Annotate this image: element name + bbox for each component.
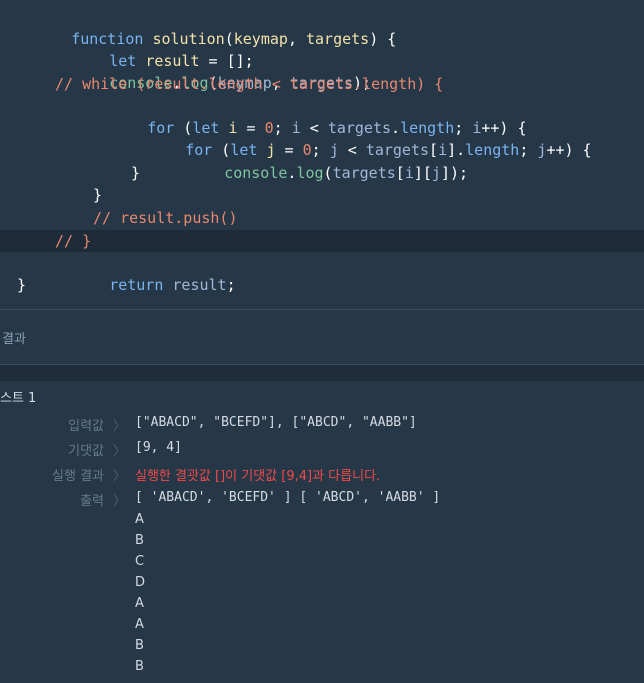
output-line: B	[135, 659, 144, 674]
output-line: C	[135, 554, 145, 569]
run-result-label: 실행 결과	[52, 469, 104, 484]
result-title: 결과	[2, 332, 26, 347]
chevron-right-icon: 〉	[113, 469, 127, 484]
closing-brace: }	[131, 164, 141, 182]
code-line-13[interactable]: }	[0, 274, 644, 296]
expected-label: 기댓값	[68, 444, 104, 459]
divider-band	[0, 365, 644, 381]
code-line-11-active[interactable]: // }	[0, 230, 644, 252]
code-line-6[interactable]: for (let j = 0; j < targets[i].length; j…	[0, 117, 644, 159]
closing-brace: }	[93, 186, 103, 204]
code-line-5[interactable]: for (let i = 0; i < targets.length; i++)…	[0, 95, 644, 137]
code-line-9[interactable]: }	[0, 184, 644, 206]
output-line: A	[135, 617, 144, 632]
input-label: 입력값	[68, 419, 104, 434]
code-line-2[interactable]: let result = [];	[0, 28, 644, 70]
test-results-panel: 스트 1 입력값 〉 ["ABACD", "BCEFD"], ["ABCD", …	[0, 381, 644, 683]
code-line-1[interactable]: function solution(keymap, targets) {	[0, 6, 644, 48]
expected-value: [9, 4]	[135, 440, 182, 455]
code-line-7[interactable]: console.log(targets[i][j]);	[0, 140, 644, 182]
run-result-error: 실행한 결괏값 []이 기댓값 [9,4]과 다릅니다.	[135, 469, 381, 484]
output-label: 출력	[80, 494, 104, 509]
comment-close: // }	[55, 232, 92, 250]
output-line: D	[135, 575, 146, 590]
comment-while: // while (result.length < targets.length…	[55, 75, 444, 93]
chevron-right-icon: 〉	[113, 444, 127, 459]
comment-push: // result.push()	[93, 209, 238, 227]
code-line-10[interactable]: // result.push()	[0, 207, 644, 229]
code-line-8[interactable]: }	[0, 162, 644, 184]
input-value: ["ABACD", "BCEFD"], ["ABCD", "AABB"]	[135, 415, 417, 430]
output-value: [ 'ABACD', 'BCEFD' ] [ 'ABCD', 'AABB' ]	[135, 490, 441, 505]
chevron-right-icon: 〉	[113, 494, 127, 509]
output-line: B	[135, 638, 144, 653]
output-line: B	[135, 533, 144, 548]
output-line: A	[135, 512, 144, 527]
code-line-12[interactable]: return result;	[0, 252, 644, 294]
closing-brace: }	[17, 276, 27, 294]
code-editor[interactable]: function solution(keymap, targets) { let…	[0, 0, 644, 310]
result-header: 결과	[0, 310, 644, 364]
code-line-3[interactable]: console.log(keymap, targets);	[0, 50, 644, 92]
code-line-4[interactable]: // while (result.length < targets.length…	[0, 73, 644, 95]
test-case-title: 스트 1	[0, 391, 37, 406]
output-line: A	[135, 596, 144, 611]
chevron-right-icon: 〉	[113, 419, 127, 434]
